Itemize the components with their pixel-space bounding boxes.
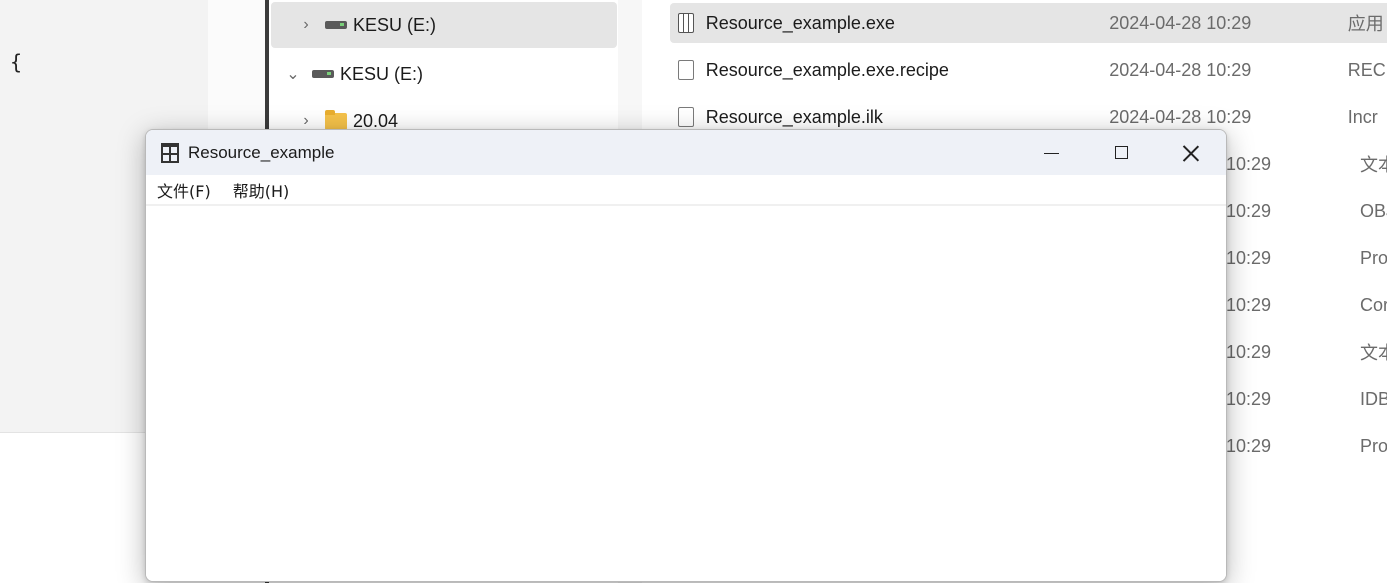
- file-type: 应用: [1347, 14, 1384, 34]
- window-title: Resource_example: [188, 142, 335, 162]
- file-row[interactable]: Resource_example.exe.recipe 2024-04-28 1…: [670, 50, 1387, 90]
- file-type: OBJ: [1360, 200, 1387, 221]
- file-type: Pro: [1360, 435, 1387, 456]
- file-date: 10:29: [1226, 341, 1272, 362]
- file-name: Resource_example.ilk: [705, 106, 883, 127]
- file-date: 2024-04-28 10:29: [1109, 12, 1252, 33]
- gift-icon: [161, 142, 179, 163]
- chevron-right-icon[interactable]: ›: [297, 112, 315, 130]
- file-date: 2024-04-28 10:29: [1109, 59, 1252, 80]
- file-row[interactable]: Resource_example.exe 2024-04-28 10:29 应用: [670, 3, 1387, 43]
- file-type: Cor: [1360, 294, 1387, 315]
- maximize-icon: [1114, 146, 1128, 159]
- file-type: 文本: [1360, 155, 1387, 175]
- client-area[interactable]: [146, 206, 1226, 581]
- file-type: Pro: [1360, 247, 1387, 268]
- drive-icon: [325, 21, 347, 29]
- file-row-partial[interactable]: 10:29 Pro: [1226, 238, 1387, 278]
- file-icon: [678, 60, 694, 80]
- exe-icon: [678, 13, 694, 33]
- file-icon: [678, 107, 694, 127]
- file-row-partial[interactable]: 10:29 IDB: [1226, 379, 1387, 419]
- maximize-button[interactable]: [1086, 130, 1156, 175]
- file-row-partial[interactable]: 10:29 文本: [1226, 144, 1387, 184]
- file-name: Resource_example.exe.recipe: [705, 59, 949, 80]
- title-bar[interactable]: Resource_example: [146, 130, 1226, 175]
- chevron-right-icon[interactable]: ›: [297, 16, 315, 34]
- minimize-button[interactable]: [1016, 130, 1086, 175]
- nav-item-label: KESU (E:): [353, 14, 437, 35]
- file-name: Resource_example.exe: [705, 12, 895, 33]
- close-button[interactable]: [1156, 130, 1226, 175]
- folder-icon: [325, 109, 347, 130]
- file-date: 10:29: [1226, 200, 1272, 221]
- drive-icon: [312, 70, 334, 78]
- close-icon: [1183, 145, 1199, 161]
- file-row-partial[interactable]: 10:29 文本: [1226, 332, 1387, 372]
- editor-code-text[interactable]: {: [10, 50, 22, 74]
- file-type: 文本: [1360, 343, 1387, 363]
- file-type: IDB: [1360, 388, 1387, 409]
- file-date: 10:29: [1226, 435, 1272, 456]
- chevron-down-icon[interactable]: ⌄: [284, 64, 302, 84]
- file-row-partial[interactable]: 10:29 OBJ: [1226, 191, 1387, 231]
- menu-file[interactable]: 文件(F): [146, 178, 222, 202]
- file-row-partial[interactable]: 10:29 Pro: [1226, 426, 1387, 466]
- file-row-partial[interactable]: 10:29 Cor: [1226, 285, 1387, 325]
- file-date: 10:29: [1226, 388, 1272, 409]
- file-date: 10:29: [1226, 247, 1272, 268]
- menu-bar: 文件(F) 帮助(H): [146, 175, 1226, 206]
- nav-item-label: KESU (E:): [340, 63, 424, 84]
- file-date: 2024-04-28 10:29: [1109, 106, 1252, 127]
- file-type: REC: [1347, 59, 1386, 80]
- minimize-icon: [1043, 152, 1059, 155]
- nav-item-drive-e[interactable]: › KESU (E:): [271, 2, 617, 48]
- file-date: 10:29: [1226, 294, 1272, 315]
- file-type: Incr: [1347, 106, 1378, 127]
- app-window[interactable]: Resource_example 文件(F) 帮助(H): [145, 129, 1227, 582]
- file-date: 10:29: [1226, 153, 1272, 174]
- nav-item-drive-e-expanded[interactable]: ⌄ KESU (E:): [271, 51, 617, 97]
- menu-help[interactable]: 帮助(H): [222, 178, 301, 202]
